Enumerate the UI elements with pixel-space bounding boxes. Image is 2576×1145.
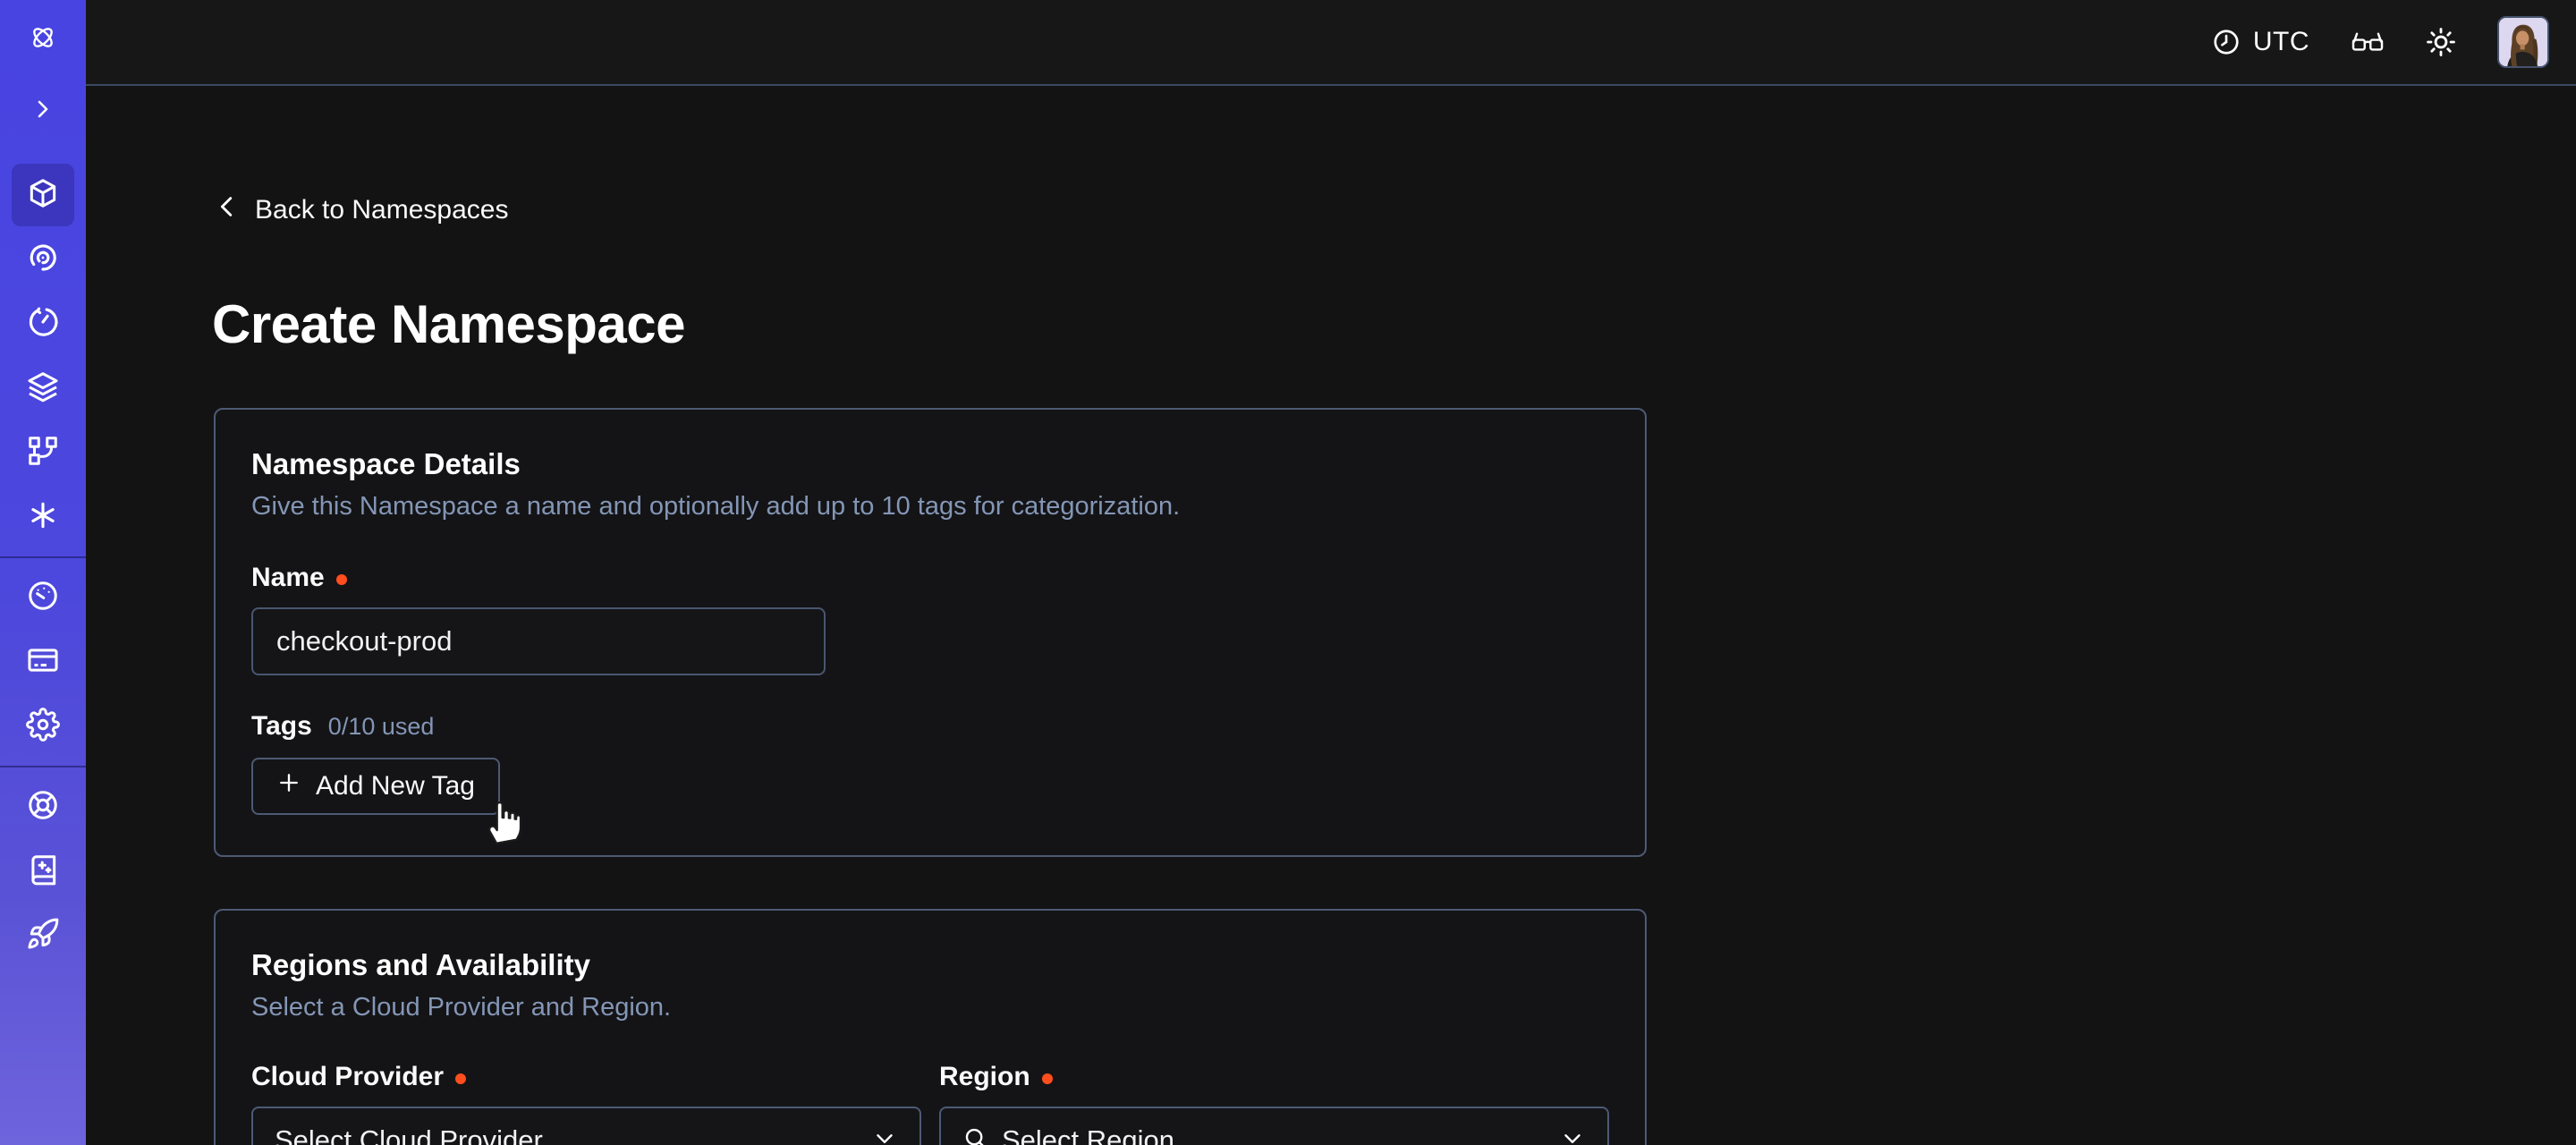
topbar: UTC bbox=[86, 0, 2576, 86]
sidebar-item-workflows[interactable] bbox=[0, 227, 86, 292]
branch-icon bbox=[26, 434, 60, 472]
sidebar-item-support[interactable] bbox=[0, 775, 86, 839]
add-new-tag-button[interactable]: Add New Tag bbox=[251, 758, 500, 815]
lifebuoy-icon bbox=[26, 788, 60, 827]
card-title: Regions and Availability bbox=[251, 948, 1609, 982]
back-to-namespaces-link[interactable]: Back to Namespaces bbox=[214, 191, 508, 229]
sidebar-item-deployments[interactable] bbox=[0, 356, 86, 420]
required-dot bbox=[455, 1073, 466, 1084]
asterisk-icon bbox=[26, 498, 60, 537]
temporal-logo[interactable] bbox=[0, 0, 86, 79]
regions-availability-card: Regions and Availability Select a Cloud … bbox=[214, 909, 1647, 1145]
temporal-logo-icon bbox=[26, 21, 60, 59]
chevron-down-icon bbox=[1559, 1125, 1586, 1145]
rocket-icon bbox=[26, 917, 60, 955]
back-link-label: Back to Namespaces bbox=[255, 195, 508, 225]
theme-toggle-sun-icon[interactable] bbox=[2426, 27, 2456, 57]
region-select[interactable]: Select Region bbox=[939, 1107, 1609, 1145]
plus-icon bbox=[276, 770, 301, 802]
sidebar-item-settings[interactable] bbox=[0, 694, 86, 759]
spiral-eye-icon bbox=[26, 241, 60, 279]
sidebar-expand-button[interactable] bbox=[0, 79, 86, 143]
tags-label: Tags bbox=[251, 711, 312, 742]
card-subtitle: Select a Cloud Provider and Region. bbox=[251, 993, 1609, 1022]
cloud-provider-label: Cloud Provider bbox=[251, 1062, 444, 1092]
create-namespace-page: { "topbar": { "timezone_label": "UTC" },… bbox=[0, 0, 2576, 1145]
clock-icon bbox=[2212, 28, 2241, 56]
timezone-label: UTC bbox=[2253, 27, 2309, 57]
chevron-right-icon bbox=[32, 98, 54, 124]
credit-card-icon bbox=[26, 643, 60, 682]
timezone-selector[interactable]: UTC bbox=[2212, 27, 2309, 57]
namespace-details-card: Namespace Details Give this Namespace a … bbox=[214, 408, 1647, 857]
cloud-provider-field: Cloud Provider Select Cloud Provider bbox=[251, 1062, 921, 1145]
sidebar-divider bbox=[0, 766, 86, 768]
search-icon bbox=[962, 1125, 989, 1145]
gear-icon bbox=[26, 708, 60, 746]
region-label: Region bbox=[939, 1062, 1030, 1092]
gauge-icon bbox=[26, 579, 60, 617]
sidebar-item-schedules[interactable] bbox=[0, 292, 86, 356]
sidebar-item-nexus[interactable] bbox=[0, 485, 86, 549]
main-content: Back to Namespaces Create Namespace Name… bbox=[86, 88, 2576, 1145]
page-title: Create Namespace bbox=[212, 293, 685, 355]
add-new-tag-label: Add New Tag bbox=[316, 771, 475, 802]
cube-icon bbox=[26, 176, 60, 215]
chevron-down-icon bbox=[871, 1125, 898, 1145]
book-icon bbox=[26, 852, 60, 891]
namespace-name-input[interactable] bbox=[251, 607, 826, 675]
chevron-left-icon bbox=[214, 191, 241, 229]
sidebar-divider bbox=[0, 556, 86, 558]
sidebar-item-usage[interactable] bbox=[0, 565, 86, 630]
sidebar-item-namespaces[interactable] bbox=[0, 163, 86, 227]
region-placeholder: Select Region bbox=[1002, 1124, 1174, 1145]
sidebar-item-billing[interactable] bbox=[0, 630, 86, 694]
sidebar-item-docs[interactable] bbox=[0, 839, 86, 903]
cloud-provider-select[interactable]: Select Cloud Provider bbox=[251, 1107, 921, 1145]
sidebar bbox=[0, 0, 86, 1145]
glasses-icon[interactable] bbox=[2351, 29, 2385, 55]
region-field: Region Select Region bbox=[939, 1062, 1609, 1145]
timer-icon bbox=[26, 305, 60, 344]
required-dot bbox=[336, 574, 347, 585]
card-subtitle: Give this Namespace a name and optionall… bbox=[251, 492, 1609, 522]
card-title: Namespace Details bbox=[251, 447, 1609, 481]
sidebar-item-batch-operations[interactable] bbox=[0, 420, 86, 485]
tags-used-count: 0/10 used bbox=[328, 713, 435, 741]
cloud-provider-placeholder: Select Cloud Provider bbox=[275, 1124, 543, 1145]
required-dot bbox=[1042, 1073, 1053, 1084]
sidebar-item-getting-started[interactable] bbox=[0, 903, 86, 968]
layers-icon bbox=[26, 369, 60, 408]
user-avatar[interactable] bbox=[2497, 16, 2549, 68]
name-label: Name bbox=[251, 563, 325, 593]
